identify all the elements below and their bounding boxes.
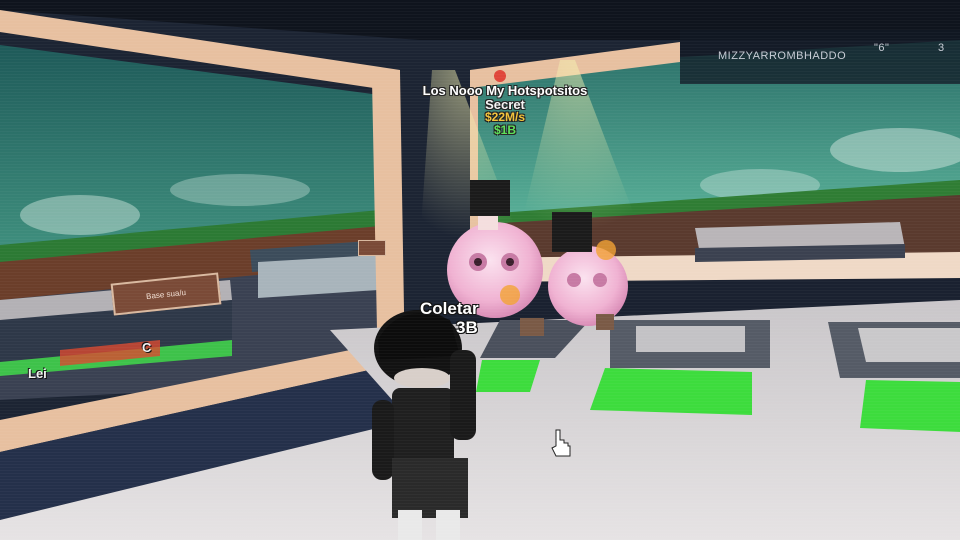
collect-label-group[interactable]: Coletar 3B (420, 299, 479, 337)
player-name: MIZZYARROMBHADDO (718, 50, 847, 62)
left-sign-fragment-2: C (142, 340, 152, 355)
collect-pad[interactable] (590, 368, 752, 415)
brainrot-billboard: Los Nooo My Hotspotsitos Secret $22M/s $… (380, 84, 630, 136)
brainrot-price: $1B (493, 122, 516, 137)
player-count: 3 (938, 42, 945, 54)
brainrot-income-rate: $22M/s (484, 110, 526, 125)
collect-amount: 3B (456, 317, 478, 337)
brainrot-name: Los Nooo My Hotspotsitos (422, 83, 588, 98)
left-sign-fragment: Lei (28, 366, 47, 381)
game-viewport[interactable]: MIZZYARROMBHADDO "6" 3 Los Nooo My Hotsp… (0, 0, 960, 540)
small-sign (358, 240, 386, 256)
brainrot-rarity: Secret (485, 96, 525, 112)
collect-pad-3[interactable] (476, 360, 540, 392)
player-list-panel[interactable]: MIZZYARROMBHADDO "6" 3 (680, 30, 960, 84)
player-stat: "6" (874, 42, 890, 54)
collect-label: Coletar (420, 299, 479, 318)
collect-pad-2[interactable] (860, 380, 960, 432)
